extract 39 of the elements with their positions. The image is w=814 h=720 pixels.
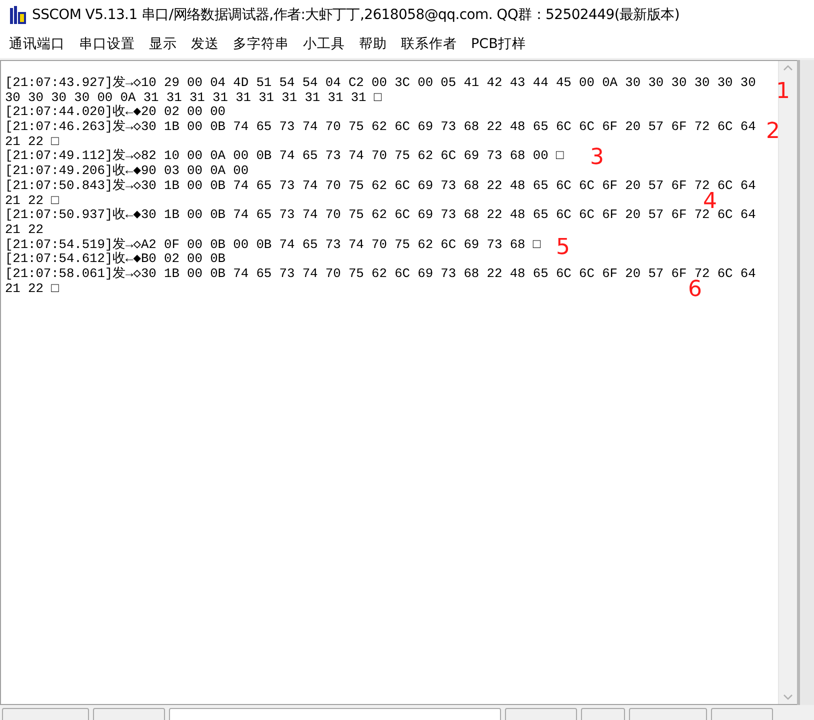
menu-item[interactable]: 发送 xyxy=(191,35,219,53)
log-line: 21 22 □ xyxy=(5,134,59,150)
log-line: [21:07:44.020]收←◆20 02 00 00 xyxy=(5,105,226,120)
menu-item[interactable]: PCB打样 xyxy=(471,35,526,53)
log-line: [21:07:50.843]发→◇30 1B 00 0B 74 65 73 74 70 75 62 6C 69 73 68 22 48 65 6C 6C 6F 20 57 6F 72 6C 64 xyxy=(5,178,756,193)
log-line: [21:07:49.112]发→◇82 10 00 0A 00 0B 74 65 73 74 70 75 62 6C 69 73 68 00 □ xyxy=(5,149,564,164)
scroll-down-icon[interactable] xyxy=(783,694,793,700)
log-line: 21 22 □ xyxy=(5,282,59,296)
window-title: SSCOM V5.13.1 串口/网络数据调试器,作者:大虾丁丁,2618058@qq.com. QQ群：52502449(最新版本) xyxy=(32,6,680,24)
log-line: [21:07:43.927]发→◇10 29 00 04 4D 51 54 54 04 C2 00 3C 00 05 41 42 43 44 45 00 0A 30 30 30 30 30 30 xyxy=(5,76,756,91)
log-line: [21:07:54.612]收←◆B0 02 00 0B xyxy=(5,252,226,266)
log-line: 21 22 □ xyxy=(5,194,59,208)
toolbar-button[interactable] xyxy=(505,708,577,720)
menu-item[interactable]: 串口设置 xyxy=(79,35,135,53)
scroll-up-icon[interactable] xyxy=(783,65,793,71)
toolbar-button[interactable] xyxy=(2,708,89,720)
menu-item[interactable]: 通讯端口 xyxy=(9,35,65,53)
toolbar-button[interactable] xyxy=(581,708,625,720)
annotation-number: 6 xyxy=(688,279,702,301)
annotation-number: 1 xyxy=(776,81,790,103)
annotation-number: 5 xyxy=(556,237,570,259)
menu-item[interactable]: 小工具 xyxy=(303,35,345,53)
log-line: 21 22 xyxy=(5,222,44,238)
menu-item[interactable]: 联系作者 xyxy=(401,35,457,53)
app-logo-icon xyxy=(10,6,26,24)
log-line: [21:07:46.263]发→◇30 1B 00 0B 74 65 73 74 70 75 62 6C 69 73 68 22 48 65 6C 6C 6F 20 57 6F 72 6C 64 xyxy=(5,120,756,135)
log-line: [21:07:58.061]发→◇30 1B 00 0B 74 65 73 74 70 75 62 6C 69 73 68 22 48 65 6C 6C 6F 20 57 6F 72 6C 64 xyxy=(5,266,756,281)
log-line: [21:07:49.206]收←◆90 03 00 0A 00 xyxy=(5,164,249,178)
toolbar-button[interactable] xyxy=(629,708,707,720)
log-line: 30 30 30 30 00 0A 31 31 31 31 31 31 31 31 31 31 □ xyxy=(5,90,382,105)
menu-item[interactable]: 帮助 xyxy=(359,35,387,53)
annotation-number: 2 xyxy=(766,121,780,143)
menu-item[interactable]: 多字符串 xyxy=(233,35,289,53)
log-line: [21:07:54.519]发→◇A2 0F 00 0B 00 0B 74 65 73 74 70 75 62 6C 69 73 68 □ xyxy=(5,238,541,252)
annotation-number: 3 xyxy=(590,147,604,169)
toolbar-button[interactable] xyxy=(93,708,165,720)
input-field[interactable] xyxy=(169,708,501,720)
toolbar-button[interactable] xyxy=(711,708,773,720)
menu-item[interactable]: 显示 xyxy=(149,35,177,53)
